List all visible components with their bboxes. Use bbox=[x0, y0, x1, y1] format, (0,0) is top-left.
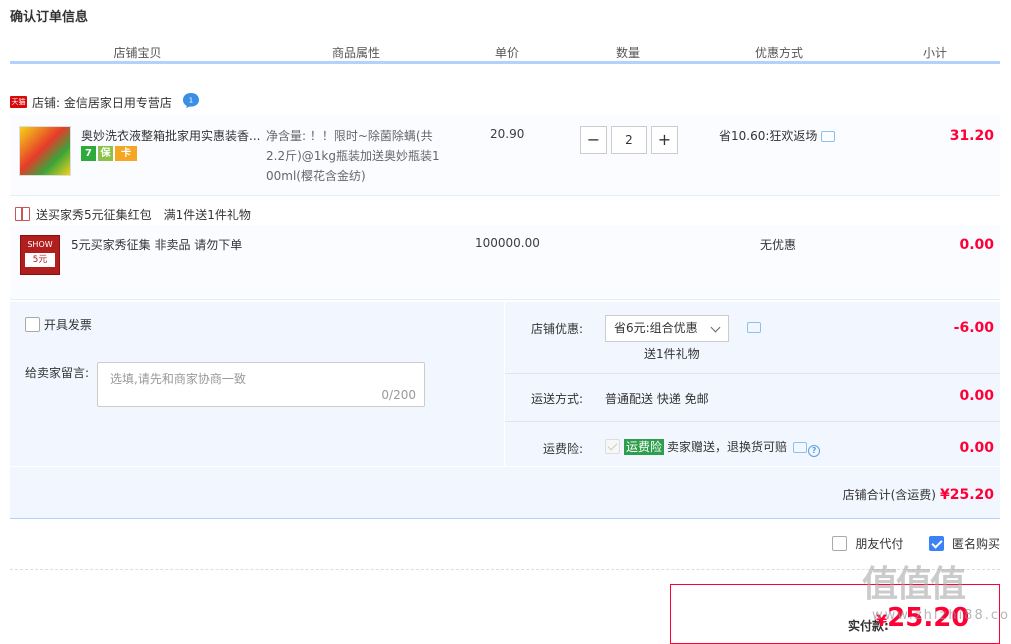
shipping-fee: 0.00 bbox=[959, 388, 994, 404]
tmall-icon: 天猫 bbox=[10, 96, 27, 108]
card-icon: 卡 bbox=[115, 146, 137, 161]
anonymous-label[interactable]: 匿名购买 bbox=[952, 537, 1000, 551]
message-placeholder: 选填,请先和商家协商一致 bbox=[110, 372, 246, 386]
watermark-logo: 值值值 bbox=[862, 564, 966, 605]
help-icon[interactable]: ? bbox=[808, 445, 821, 457]
page-title: 确认订单信息 bbox=[10, 10, 89, 25]
shop-total-bar: 店铺合计(含运费) ¥25.20 bbox=[10, 467, 1000, 519]
shop-discount-value: -6.00 bbox=[953, 320, 994, 336]
decrease-quantity-button[interactable]: − bbox=[580, 126, 607, 154]
gift-icon bbox=[15, 207, 30, 221]
insurance-option: 运费险 卖家赠送，退换货可赔? bbox=[605, 438, 821, 457]
col-unit-price: 单价 bbox=[494, 46, 519, 60]
friend-pay-checkbox[interactable] bbox=[832, 536, 848, 551]
quantity-input[interactable]: 2 bbox=[611, 126, 647, 154]
shop-discount-selected: 省6元:组合优惠 bbox=[614, 321, 698, 335]
item-subtotal: 31.20 bbox=[949, 128, 994, 144]
insurance-checkbox bbox=[605, 439, 620, 454]
gift-text: 送买家秀5元征集红包 满1件送1件礼物 bbox=[36, 208, 251, 222]
seven-day-return-icon: 7 bbox=[81, 146, 96, 161]
invoice-option[interactable]: 开具发票 bbox=[25, 316, 92, 333]
shop-name[interactable]: 店铺: 金信居家日用专营店 bbox=[32, 94, 172, 111]
message-char-count: 0/200 bbox=[381, 388, 416, 402]
watermark-url: www.zhizhi88.com bbox=[872, 608, 1011, 623]
friend-pay-label[interactable]: 朋友代付 bbox=[855, 537, 903, 551]
seller-message-input[interactable]: 选填,请先和商家协商一致 0/200 bbox=[97, 362, 425, 407]
order-extra-right: 店铺优惠: 省6元:组合优惠 送1件礼物 -6.00 运送方式: 普通配送 快递… bbox=[505, 302, 1000, 466]
shop-discount-select[interactable]: 省6元:组合优惠 bbox=[605, 315, 729, 342]
divider bbox=[10, 569, 1000, 570]
comment-icon[interactable] bbox=[821, 131, 836, 142]
gift-discount: 无优惠 bbox=[760, 238, 797, 252]
gift-title[interactable]: 5元买家秀征集 非卖品 请勿下单 bbox=[71, 236, 242, 253]
thumb-value: 5元 bbox=[25, 253, 55, 267]
invoice-checkbox[interactable] bbox=[25, 317, 40, 332]
shop-total-value: ¥25.20 bbox=[939, 487, 994, 503]
shipping-label: 运送方式: bbox=[530, 392, 583, 406]
insurance-text: 卖家赠送，退换货可赔 bbox=[667, 440, 788, 454]
gift-subtotal: 0.00 bbox=[959, 237, 994, 253]
order-item: 奥妙洗衣液整箱批家用实惠装香... 7保卡 净含量: ！！限时~除菌除螨(共 2… bbox=[10, 114, 1000, 196]
chevron-down-icon bbox=[710, 322, 721, 333]
shipping-method: 普通配送 快递 免邮 bbox=[605, 392, 709, 406]
discount-text: 省10.60:狂欢返场 bbox=[719, 129, 818, 143]
thumb-label: SHOW bbox=[27, 240, 53, 249]
item-discount: 省10.60:狂欢返场 bbox=[719, 127, 836, 144]
service-icons: 7保卡 bbox=[81, 146, 139, 162]
shop-total: 店铺合计(含运费) ¥25.20 bbox=[843, 486, 994, 503]
unit-price: 20.90 bbox=[490, 127, 525, 141]
gift-thumbnail[interactable]: SHOW 5元 bbox=[20, 235, 60, 275]
product-title[interactable]: 奥妙洗衣液整箱批家用实惠装香... bbox=[81, 127, 261, 144]
message-label: 给卖家留言: bbox=[25, 366, 90, 380]
comment-icon[interactable] bbox=[793, 442, 808, 453]
gift-item: SHOW 5元 5元买家秀征集 非卖品 请勿下单 100000.00 无优惠 0… bbox=[10, 225, 1000, 300]
insurance-label: 运费险: bbox=[542, 442, 583, 456]
col-subtotal: 小计 bbox=[922, 46, 947, 60]
wangwang-chat-icon[interactable]: 1 bbox=[182, 92, 200, 108]
payment-options: 朋友代付 匿名购买 bbox=[832, 535, 1000, 552]
comment-icon[interactable] bbox=[747, 322, 761, 333]
product-thumbnail[interactable] bbox=[19, 126, 71, 176]
insurance-value: 0.00 bbox=[959, 440, 994, 456]
col-attributes: 商品属性 bbox=[331, 46, 380, 60]
shop-discount-note: 送1件礼物 bbox=[644, 347, 700, 361]
invoice-label: 开具发票 bbox=[43, 318, 92, 332]
attr-line: 净含量: ！！限时~除菌除螨(共 bbox=[266, 129, 433, 143]
order-extra-left: 开具发票 给卖家留言: 选填,请先和商家协商一致 0/200 bbox=[10, 302, 504, 466]
chat-badge-count: 1 bbox=[189, 97, 193, 105]
product-attributes: 净含量: ！！限时~除菌除螨(共 2.2斤)@1kg瓶装加送奥妙瓶装1 00ml… bbox=[266, 126, 448, 186]
attr-line: 00ml(樱花含金纺) bbox=[266, 169, 366, 183]
insurance-tag: 运费险 bbox=[624, 439, 665, 455]
col-shop-items: 店铺宝贝 bbox=[113, 46, 162, 60]
shop-discount-label: 店铺优惠: bbox=[530, 322, 583, 336]
increase-quantity-button[interactable]: + bbox=[651, 126, 678, 154]
gift-row: 送买家秀5元征集红包 满1件送1件礼物 bbox=[15, 206, 251, 224]
divider bbox=[505, 421, 1000, 422]
column-header: 店铺宝贝 商品属性 单价 数量 优惠方式 小计 bbox=[10, 38, 1000, 64]
guarantee-icon: 保 bbox=[98, 146, 113, 161]
col-quantity: 数量 bbox=[615, 46, 640, 60]
divider bbox=[505, 373, 1000, 374]
attr-line: 2.2斤)@1kg瓶装加送奥妙瓶装1 bbox=[266, 149, 440, 163]
col-discount: 优惠方式 bbox=[754, 46, 803, 60]
anonymous-checkbox[interactable] bbox=[929, 536, 945, 551]
gift-price: 100000.00 bbox=[475, 236, 540, 250]
shop-total-label: 店铺合计(含运费) bbox=[842, 488, 936, 502]
